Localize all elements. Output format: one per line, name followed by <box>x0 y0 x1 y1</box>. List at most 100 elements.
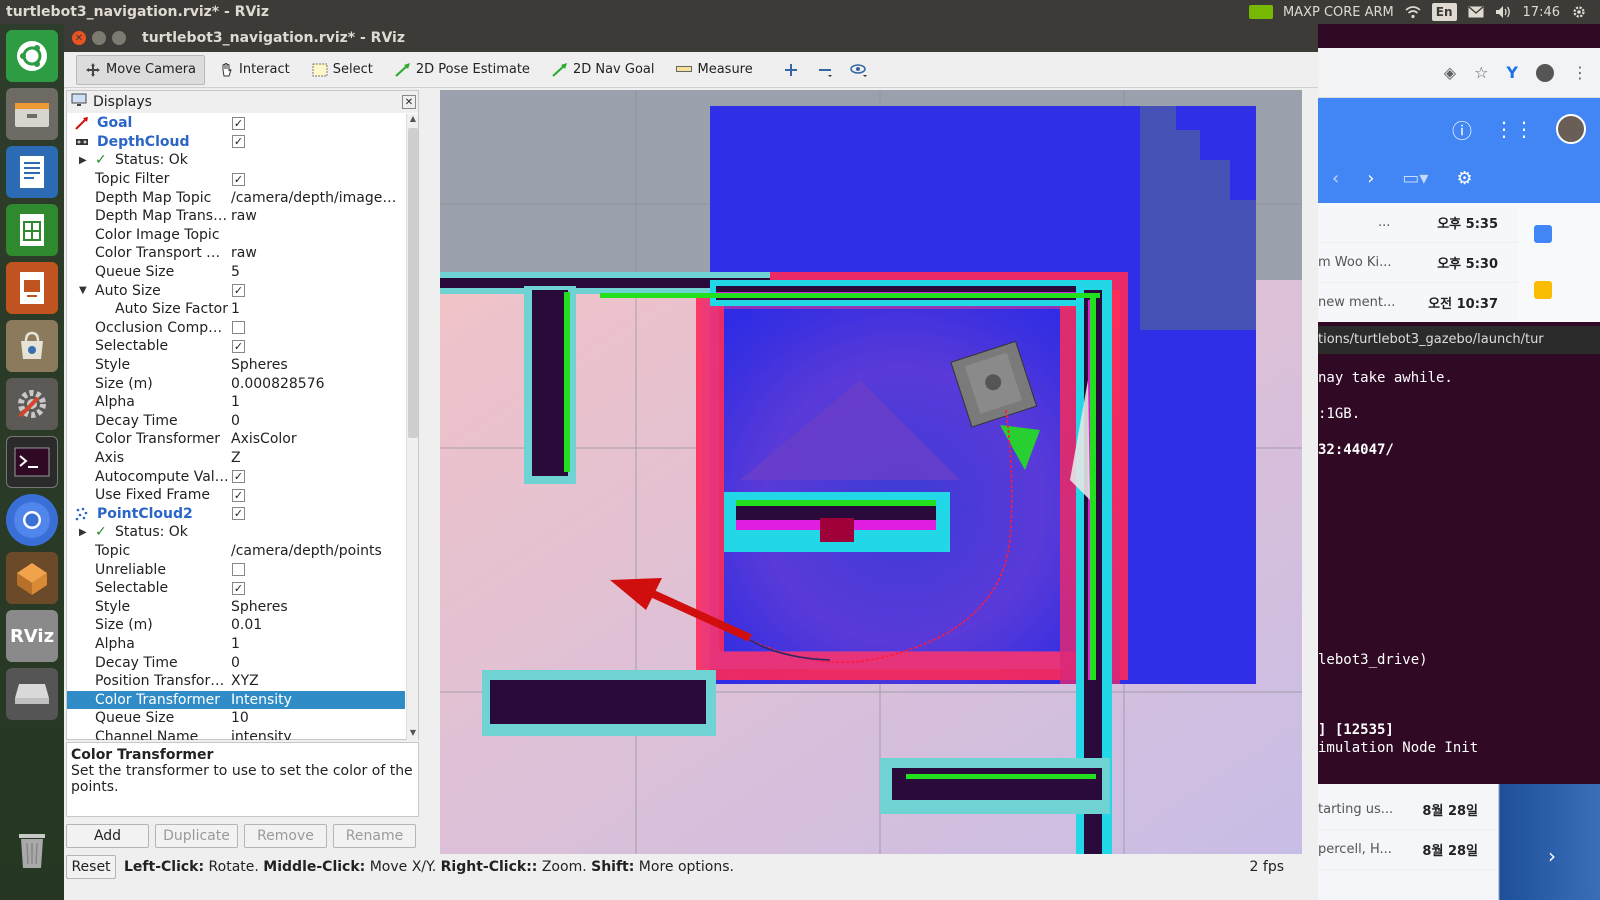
property-value[interactable]: 10 <box>231 710 403 726</box>
status-row[interactable]: ▶ ✓ Status: Ok <box>67 151 405 170</box>
nvidia-icon[interactable] <box>1248 5 1273 19</box>
property-row[interactable]: Topic Filter ✓ <box>67 170 405 189</box>
minimize-window-button[interactable] <box>92 31 106 45</box>
property-value[interactable]: /camera/depth/image_… <box>231 190 403 206</box>
volume-icon[interactable] <box>1495 3 1513 21</box>
gpu-label[interactable]: MAXP CORE ARM <box>1283 5 1394 20</box>
property-value[interactable]: raw <box>231 208 403 224</box>
expand-arrow-icon[interactable]: ▶ <box>79 527 87 538</box>
files-icon[interactable] <box>6 88 58 140</box>
property-row[interactable]: Selectable ✓ <box>67 337 405 356</box>
property-row[interactable]: Occlusion Compe… <box>67 319 405 338</box>
property-row[interactable]: Selectable ✓ <box>67 579 405 598</box>
impress-icon[interactable] <box>6 262 58 314</box>
remove-tool-minus-icon[interactable] <box>810 55 840 85</box>
property-row[interactable]: Color Transformer Intensity <box>67 690 405 710</box>
scrollbar-thumb[interactable] <box>408 128 418 438</box>
scroll-down-icon[interactable]: ▼ <box>407 728 419 740</box>
property-row[interactable]: Color Image Topic <box>67 226 405 245</box>
property-row[interactable]: Position Transfor… XYZ <box>67 672 405 691</box>
help-icon[interactable]: ⓘ <box>1452 115 1472 144</box>
property-row[interactable]: Topic/camera/depth/points <box>67 542 405 561</box>
property-row[interactable]: Depth Map Trans… raw <box>67 207 405 226</box>
terminal-icon[interactable] <box>6 436 58 488</box>
property-value[interactable]: Spheres <box>231 599 403 615</box>
software-center-icon[interactable] <box>6 320 58 372</box>
checkbox[interactable]: ✓ <box>232 284 245 298</box>
property-row[interactable]: Color Transformer AxisColor <box>67 430 405 449</box>
chevron-right-icon[interactable]: › <box>1548 844 1556 868</box>
calendar-icon[interactable] <box>1534 225 1552 243</box>
settings-gear-icon[interactable]: ⚙ <box>1456 168 1472 189</box>
property-row[interactable]: ▼ Auto Size ✓ <box>67 281 405 300</box>
power-gear-icon[interactable] <box>1570 3 1588 21</box>
keep-icon[interactable] <box>1534 281 1552 299</box>
property-value[interactable]: 0.000828576 <box>231 376 403 392</box>
interact-tool[interactable]: Interact <box>209 55 299 85</box>
display-row[interactable]: DepthCloud ✓ <box>67 133 405 152</box>
property-row[interactable]: Unreliable <box>67 560 405 579</box>
list-item[interactable]: ... 오후 5:35 <box>1318 203 1518 243</box>
checkbox[interactable]: ✓ <box>232 470 245 484</box>
list-item[interactable]: m Woo Ki... 오후 5:30 <box>1318 243 1518 283</box>
measure-tool[interactable]: Measure <box>667 55 761 85</box>
property-value[interactable]: 0 <box>231 655 403 671</box>
add-button[interactable]: Add <box>66 824 149 848</box>
map-visualization[interactable] <box>440 90 1302 854</box>
display-row[interactable]: PointCloud2 ✓ <box>67 505 405 524</box>
close-panel-icon[interactable]: ✕ <box>402 95 416 109</box>
property-row[interactable]: Decay Time 0 <box>67 412 405 431</box>
list-item[interactable]: new ment... 오전 10:37 <box>1318 283 1518 323</box>
list-item[interactable]: percell, H... 8월 28일 <box>1318 830 1498 870</box>
view-eye-icon[interactable] <box>844 55 874 85</box>
profile-icon[interactable] <box>1536 63 1554 82</box>
chevron-right-icon[interactable]: › <box>1367 168 1374 189</box>
bookmark-star-icon[interactable]: ☆ <box>1474 63 1488 82</box>
property-value[interactable]: Z <box>231 450 403 466</box>
extension-v-icon[interactable]: Y <box>1506 63 1518 82</box>
system-settings-icon[interactable] <box>6 378 58 430</box>
checkbox[interactable] <box>232 563 245 577</box>
property-row[interactable]: Queue Size 5 <box>67 263 405 282</box>
property-row[interactable]: Style Spheres <box>67 356 405 375</box>
add-tool-plus-icon[interactable] <box>776 55 806 85</box>
scroll-up-icon[interactable]: ▲ <box>407 114 419 126</box>
drive-icon[interactable] <box>6 668 58 720</box>
property-value[interactable]: intensity <box>231 729 403 740</box>
property-row[interactable]: Style Spheres <box>67 598 405 617</box>
property-value[interactable]: XYZ <box>231 673 403 689</box>
displays-scrollbar[interactable]: ▲ ▼ <box>406 114 418 740</box>
reset-button[interactable]: Reset <box>66 855 116 879</box>
duplicate-button[interactable]: Duplicate <box>155 824 238 848</box>
rename-button[interactable]: Rename <box>333 824 416 848</box>
virtualbox-icon[interactable] <box>6 552 58 604</box>
ubuntu-home-icon[interactable] <box>6 30 58 82</box>
property-row[interactable]: Axis Z <box>67 449 405 468</box>
render-view[interactable]: ◀ ▶ <box>440 90 1302 854</box>
checkbox[interactable]: ✓ <box>232 507 245 521</box>
property-value[interactable]: 1 <box>231 636 403 652</box>
property-row[interactable]: Channel Name intensity <box>67 728 405 740</box>
avatar[interactable] <box>1556 114 1586 144</box>
property-row[interactable]: Queue Size 10 <box>67 709 405 728</box>
close-window-button[interactable]: ✕ <box>72 31 86 45</box>
property-value[interactable]: AxisColor <box>231 431 403 447</box>
display-row[interactable]: Goal ✓ <box>67 114 405 133</box>
checkbox[interactable] <box>232 321 245 335</box>
extension-icon[interactable]: ◈ <box>1444 63 1456 82</box>
select-tool[interactable]: Select <box>303 55 382 85</box>
checkbox[interactable]: ✓ <box>232 172 245 186</box>
keyboard-language-indicator[interactable]: En <box>1431 3 1457 21</box>
property-row[interactable]: Alpha 1 <box>67 393 405 412</box>
wifi-icon[interactable] <box>1404 3 1422 21</box>
writer-icon[interactable] <box>6 146 58 198</box>
pose-estimate-tool[interactable]: 2D Pose Estimate <box>386 55 539 85</box>
remove-button[interactable]: Remove <box>244 824 327 848</box>
property-row[interactable]: Alpha 1 <box>67 635 405 654</box>
chevron-left-icon[interactable]: ‹ <box>1332 168 1339 189</box>
expand-arrow-icon[interactable]: ▶ <box>79 155 87 166</box>
browser-menu-icon[interactable]: ⋮ <box>1572 63 1588 82</box>
property-value[interactable]: Intensity <box>231 692 403 708</box>
property-row[interactable]: Autocompute Val… ✓ <box>67 467 405 486</box>
keyboard-icon[interactable]: ▭▾ <box>1402 168 1428 189</box>
